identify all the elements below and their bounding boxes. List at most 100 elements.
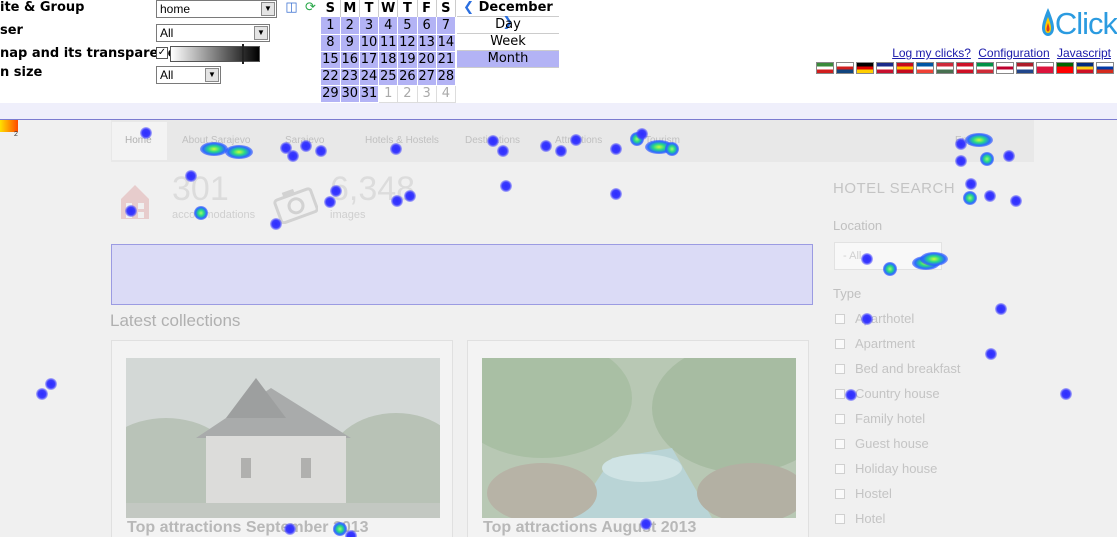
calendar-day[interactable]: 29 [321, 85, 341, 103]
calendar-day[interactable]: 1 [378, 84, 399, 103]
language-flag-icon[interactable] [1016, 62, 1034, 74]
calendar-day[interactable]: 2 [340, 17, 360, 35]
language-flag-icon[interactable] [1096, 62, 1114, 74]
heatmap-click-spot [665, 142, 679, 156]
language-flag-icon[interactable] [1036, 62, 1054, 74]
javascript-link[interactable]: Javascript [1057, 46, 1111, 60]
transparency-slider-handle[interactable] [242, 44, 244, 64]
language-flag-icon[interactable] [1056, 62, 1074, 74]
type-option[interactable]: Family hotel [835, 411, 925, 426]
heatmap-click-spot [640, 518, 652, 530]
type-checkbox[interactable] [835, 389, 845, 399]
heatmap-click-spot [497, 145, 509, 157]
view-month[interactable]: Month [457, 51, 559, 68]
calendar-day[interactable]: 1 [321, 17, 341, 35]
calendar-week: 1234567 [321, 17, 457, 35]
grid-icon[interactable]: ◫ [284, 0, 299, 14]
type-checkbox[interactable] [835, 414, 845, 424]
calendar-day[interactable]: 3 [416, 84, 437, 103]
refresh-icon[interactable]: ⟳ [303, 0, 318, 14]
calendar-day[interactable]: 17 [359, 51, 380, 69]
calendar-day[interactable]: 23 [340, 68, 360, 86]
language-flag-icon[interactable] [1076, 62, 1094, 74]
heatmap-click-spot [984, 190, 996, 202]
language-flag-icon[interactable] [916, 62, 934, 74]
heatmap-click-spot [861, 253, 873, 265]
type-option[interactable]: Bed and breakfast [835, 361, 961, 376]
type-checkbox[interactable] [835, 489, 845, 499]
language-flag-icon[interactable] [896, 62, 914, 74]
calendar-day[interactable]: 14 [436, 34, 457, 52]
type-option[interactable]: Apartment [835, 336, 915, 351]
transparency-slider[interactable] [170, 46, 260, 62]
language-flag-icon[interactable] [956, 62, 974, 74]
user-select[interactable]: All ▼ [156, 24, 270, 42]
language-flag-icon[interactable] [836, 62, 854, 74]
language-flag-icon[interactable] [936, 62, 954, 74]
calendar-day[interactable]: 19 [397, 51, 418, 69]
type-option[interactable]: Hotel [835, 511, 885, 526]
type-label: Type [833, 286, 862, 301]
church-image[interactable] [126, 358, 440, 518]
calendar-day[interactable]: 15 [321, 51, 341, 69]
calendar-week: 22 23 24 25 26 27 28 [321, 68, 457, 86]
language-flag-icon[interactable] [976, 62, 994, 74]
prev-month-icon[interactable]: ❮ [463, 0, 474, 15]
language-flag-icon[interactable] [816, 62, 834, 74]
calendar-day[interactable]: 24 [359, 68, 380, 86]
calendar-day[interactable]: 28 [436, 68, 457, 86]
language-flag-icon[interactable] [876, 62, 894, 74]
calendar-day[interactable]: 11 [378, 34, 399, 52]
calendar-day[interactable]: 6 [417, 17, 437, 35]
calendar-day[interactable]: 2 [397, 84, 418, 103]
calendar-day[interactable]: 31 [359, 85, 380, 103]
calendar-day[interactable]: 8 [321, 34, 341, 52]
type-option[interactable]: Aparthotel [835, 311, 914, 326]
calendar-day[interactable]: 7 [436, 17, 457, 35]
calendar-day[interactable]: 5 [397, 17, 418, 35]
calendar-day[interactable]: 20 [417, 51, 437, 69]
calendar-day[interactable]: 18 [378, 51, 399, 69]
calendar-day[interactable]: 30 [340, 85, 360, 103]
camera-icon [273, 187, 318, 224]
calendar-day[interactable]: 3 [359, 17, 380, 35]
calendar-day[interactable]: 26 [397, 68, 418, 86]
calendar-month: ❮ December ❯ [457, 0, 559, 30]
weekday: M [340, 0, 360, 17]
selection-overlay[interactable] [111, 244, 813, 305]
nav-hotels[interactable]: Hotels & Hostels [365, 135, 439, 146]
type-option[interactable]: Hostel [835, 486, 892, 501]
calendar-day[interactable]: 4 [435, 84, 457, 103]
calendar-day[interactable]: 16 [340, 51, 360, 69]
type-checkbox[interactable] [835, 339, 845, 349]
screen-size-select[interactable]: All ▼ [156, 66, 221, 84]
configuration-link[interactable]: Configuration [978, 46, 1049, 60]
calendar-day[interactable]: 4 [378, 17, 399, 35]
type-checkbox[interactable] [835, 464, 845, 474]
type-option[interactable]: Guest house [835, 436, 929, 451]
type-checkbox[interactable] [835, 439, 845, 449]
calendar-week: 8 9 10 11 12 13 14 [321, 34, 457, 52]
view-day[interactable]: Day [457, 17, 559, 34]
calendar-day[interactable]: 21 [436, 51, 457, 69]
calendar-day[interactable]: 27 [417, 68, 437, 86]
site-group-value: home [160, 2, 191, 16]
calendar-day[interactable]: 13 [417, 34, 437, 52]
type-checkbox[interactable] [835, 314, 845, 324]
site-group-select[interactable]: home ▼ [156, 0, 277, 18]
collection-card-title[interactable]: Top attractions August 2013 [483, 519, 696, 537]
calendar-day[interactable]: 9 [340, 34, 360, 52]
heatmap-checkbox[interactable]: ✓ [156, 47, 168, 59]
river-image[interactable] [482, 358, 796, 518]
calendar-day[interactable]: 25 [378, 68, 399, 86]
view-week[interactable]: Week [457, 34, 559, 51]
calendar-day[interactable]: 22 [321, 68, 341, 86]
type-option[interactable]: Holiday house [835, 461, 937, 476]
log-my-clicks-link[interactable]: Log my clicks? [892, 46, 971, 60]
language-flag-icon[interactable] [996, 62, 1014, 74]
calendar-day[interactable]: 10 [359, 34, 380, 52]
language-flag-icon[interactable] [856, 62, 874, 74]
type-checkbox[interactable] [835, 364, 845, 374]
type-checkbox[interactable] [835, 514, 845, 524]
calendar-day[interactable]: 12 [397, 34, 418, 52]
